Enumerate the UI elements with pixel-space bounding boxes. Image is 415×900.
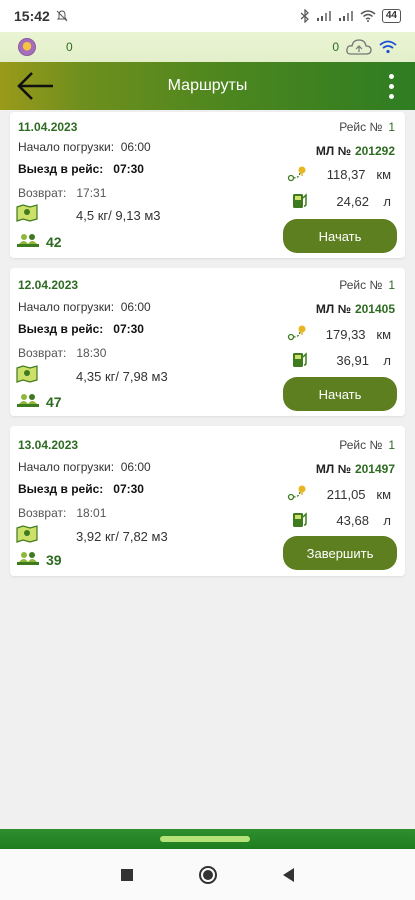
status-bar: 15:42 44 — [0, 0, 415, 32]
map-icon — [16, 365, 38, 383]
trip-number: Рейс № 1 — [339, 278, 395, 292]
trip-number: Рейс № 1 — [339, 438, 395, 452]
fuel-amount: 36,91 л — [336, 353, 391, 368]
departure-time: 07:30 — [113, 482, 144, 496]
arrow-left-icon — [17, 72, 53, 100]
coin-icon — [18, 38, 36, 56]
toolbar: Маршруты — [0, 62, 415, 110]
waybill-number: МЛ № 201292 — [315, 144, 395, 158]
clients-count: 39 — [46, 552, 62, 568]
cargo-weight-volume: 4,5 кг/ 9,13 м3 — [76, 208, 161, 223]
system-nav-bar — [0, 849, 415, 900]
info-bar: 0 0 — [0, 32, 415, 62]
battery-indicator: 44 — [381, 9, 401, 23]
trip-number: Рейс № 1 — [339, 120, 395, 134]
departure-line: Выезд в рейс: 07:30 — [18, 322, 144, 336]
clients-count: 47 — [46, 394, 62, 410]
system-back-button[interactable] — [283, 867, 294, 882]
waybill-number: МЛ № 201497 — [315, 462, 395, 476]
info-left-value: 0 — [66, 40, 73, 54]
clients-icon — [17, 394, 39, 407]
clients-count: 42 — [46, 234, 62, 250]
map-icon — [16, 204, 38, 222]
more-dot-icon — [388, 83, 394, 89]
route-date: 13.04.2023 — [18, 438, 79, 452]
return-time: 18:01 — [76, 506, 107, 520]
cargo-weight-volume: 3,92 кг/ 7,82 м3 — [76, 529, 168, 544]
wifi-icon — [360, 10, 376, 22]
clients-icon — [17, 552, 39, 565]
fuel-amount: 24,62 л — [336, 194, 391, 209]
more-dot-icon — [388, 93, 394, 99]
cloud-sync-icon[interactable] — [345, 37, 373, 57]
start-loading-time: 06:00 — [120, 300, 151, 314]
fuel-pump-icon — [293, 193, 307, 208]
return-line: Возврат: 18:30 — [18, 346, 107, 360]
route-card[interactable]: 13.04.2023 Начало погрузки: 06:00 Выезд … — [10, 426, 405, 576]
route-distance-icon — [287, 485, 306, 501]
clients-icon — [17, 234, 39, 247]
fuel-pump-icon — [293, 352, 307, 367]
route-date: 11.04.2023 — [18, 120, 78, 134]
info-right-value: 0 — [332, 40, 339, 54]
fuel-amount: 43,68 л — [336, 513, 391, 528]
finish-route-button[interactable]: Завершить — [283, 536, 397, 570]
more-menu-button[interactable] — [379, 68, 403, 104]
fuel-pump-icon — [293, 512, 307, 527]
departure-time: 07:30 — [113, 322, 144, 336]
route-distance-icon — [287, 325, 306, 341]
more-dot-icon — [388, 73, 394, 79]
departure-line: Выезд в рейс: 07:30 — [18, 482, 144, 496]
waybill-number: МЛ № 201405 — [315, 302, 395, 316]
status-time: 15:42 — [14, 8, 50, 24]
route-distance: 179,33 км — [325, 327, 391, 342]
route-distance-icon — [287, 166, 306, 182]
start-route-button[interactable]: Начать — [283, 219, 397, 253]
start-loading-line: Начало погрузки: 06:00 — [18, 300, 151, 314]
route-card[interactable]: 12.04.2023 Начало погрузки: 06:00 Выезд … — [10, 268, 405, 416]
home-button[interactable] — [199, 865, 217, 884]
departure-line: Выезд в рейс: 07:30 — [18, 162, 144, 176]
bluetooth-icon — [300, 9, 309, 23]
signal-icon-2 — [338, 11, 353, 21]
recent-apps-button[interactable] — [121, 868, 133, 881]
return-line: Возврат: 17:31 — [18, 186, 107, 200]
return-line: Возврат: 18:01 — [18, 506, 107, 520]
bell-off-icon — [56, 10, 68, 22]
route-date: 12.04.2023 — [18, 278, 79, 292]
cargo-weight-volume: 4,35 кг/ 7,98 м3 — [76, 369, 168, 384]
start-loading-line: Начало погрузки: 06:00 — [18, 140, 151, 154]
route-card[interactable]: 11.04.2023 Начало погрузки: 06:00 Выезд … — [10, 112, 405, 258]
start-loading-time: 06:00 — [120, 460, 151, 474]
home-dot-icon — [203, 869, 213, 880]
start-loading-time: 06:00 — [120, 140, 151, 154]
start-route-button[interactable]: Начать — [283, 377, 397, 411]
return-time: 17:31 — [76, 186, 107, 200]
bottom-accent-bar — [0, 829, 415, 849]
route-distance: 118,37 км — [326, 167, 391, 182]
signal-icon — [316, 11, 331, 21]
wifi-connected-icon — [379, 40, 397, 54]
route-distance: 211,05 км — [326, 487, 391, 502]
start-loading-line: Начало погрузки: 06:00 — [18, 460, 151, 474]
drag-handle[interactable] — [160, 836, 250, 842]
departure-time: 07:30 — [113, 162, 144, 176]
map-icon — [16, 525, 38, 543]
back-button[interactable] — [6, 62, 66, 110]
return-time: 18:30 — [76, 346, 107, 360]
